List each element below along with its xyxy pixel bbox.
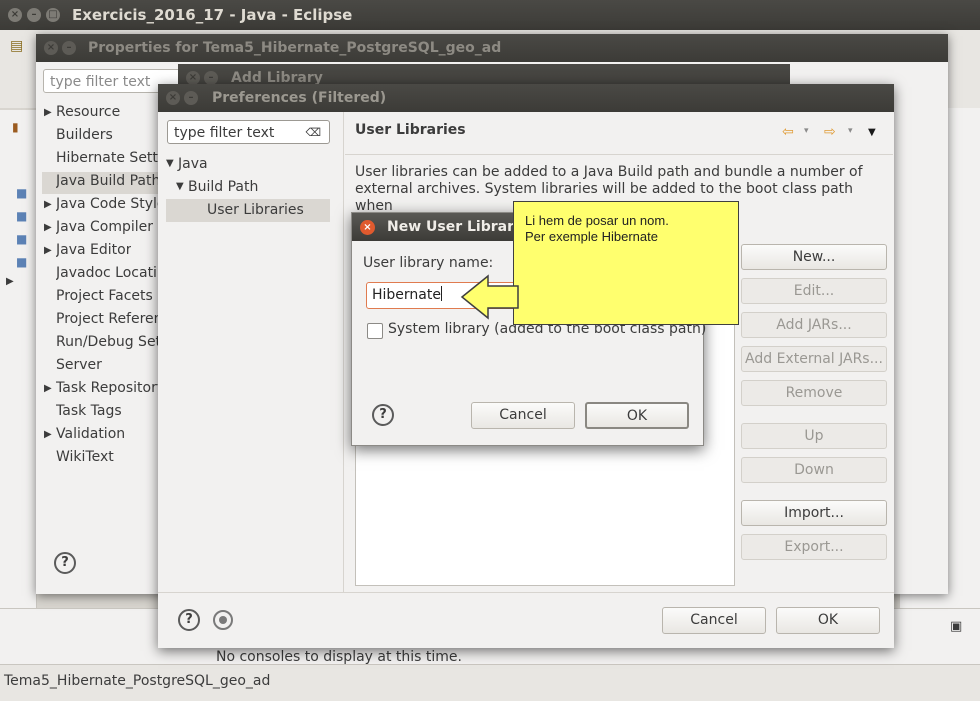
- callout-line-2: Per exemple Hibernate: [525, 229, 658, 244]
- minimize-icon[interactable]: –: [204, 71, 218, 85]
- folder-icon: ■: [16, 209, 28, 223]
- window-title: Exercicis_2016_17 - Java - Eclipse: [72, 6, 353, 24]
- chevron-down-icon[interactable]: ▾: [848, 126, 853, 136]
- back-arrow-icon[interactable]: ⇦: [782, 124, 794, 140]
- properties-tree-item[interactable]: Project Facets: [56, 288, 153, 304]
- help-icon[interactable]: ?: [372, 404, 394, 426]
- chevron-down-icon[interactable]: ▾: [804, 126, 809, 136]
- expand-arrow-icon[interactable]: ▶: [44, 245, 52, 256]
- callout-arrow-icon: [460, 274, 519, 320]
- expand-arrow-icon[interactable]: ▶: [44, 222, 52, 233]
- library-button-remove[interactable]: Remove: [741, 380, 887, 406]
- page-title: User Libraries: [355, 122, 466, 138]
- window-maximize-icon[interactable]: □: [46, 8, 60, 22]
- expand-arrow-icon[interactable]: ▶: [6, 276, 14, 287]
- description-line: User libraries can be added to a Java Bu…: [355, 164, 863, 180]
- library-button-add-jars[interactable]: Add JARs...: [741, 312, 887, 338]
- library-name-value: Hibernate: [372, 287, 441, 303]
- properties-tree-item[interactable]: Java Build Path: [56, 173, 160, 189]
- ok-button[interactable]: OK: [585, 402, 689, 429]
- text-cursor: [440, 286, 442, 301]
- properties-tree-item[interactable]: Builders: [56, 127, 113, 143]
- library-button-edit[interactable]: Edit...: [741, 278, 887, 304]
- properties-tree-item[interactable]: Javadoc Locati: [56, 265, 157, 281]
- cancel-button[interactable]: Cancel: [662, 607, 766, 634]
- clear-filter-icon[interactable]: ⌫: [305, 121, 321, 145]
- properties-tree-item[interactable]: Run/Debug Sett: [56, 334, 160, 350]
- view-menu-icon[interactable]: ▼: [868, 127, 876, 138]
- close-icon[interactable]: ×: [186, 71, 200, 85]
- preferences-filter-input[interactable]: type filter text ⌫: [167, 120, 330, 144]
- minimize-icon[interactable]: –: [62, 41, 76, 55]
- expand-arrow-icon[interactable]: ▶: [44, 199, 52, 210]
- library-button-export[interactable]: Export...: [741, 534, 887, 560]
- close-icon[interactable]: ×: [44, 41, 58, 55]
- cancel-button[interactable]: Cancel: [471, 402, 575, 429]
- properties-tree-item[interactable]: Task Repository: [56, 380, 160, 396]
- import-export-icon[interactable]: [213, 610, 233, 630]
- preferences-tree-item[interactable]: Build Path: [188, 179, 258, 195]
- library-button-down[interactable]: Down: [741, 457, 887, 483]
- library-button-import[interactable]: Import...: [741, 500, 887, 526]
- folder-icon: ■: [16, 232, 28, 246]
- collapse-arrow-icon[interactable]: ▼: [166, 158, 174, 169]
- forward-arrow-icon[interactable]: ⇨: [824, 124, 836, 140]
- properties-tree-item[interactable]: Java Code Style: [56, 196, 160, 212]
- close-icon[interactable]: ×: [360, 220, 375, 235]
- collapse-arrow-icon[interactable]: ▼: [176, 181, 184, 192]
- maximize-view-icon[interactable]: ▣: [950, 619, 962, 634]
- footer-separator: [158, 592, 894, 593]
- system-library-checkbox[interactable]: [367, 323, 383, 339]
- expand-arrow-icon[interactable]: ▶: [44, 107, 52, 118]
- ok-button[interactable]: OK: [776, 607, 880, 634]
- library-button-up[interactable]: Up: [741, 423, 887, 449]
- callout-line-1: Li hem de posar un nom.: [525, 213, 669, 228]
- properties-tree-item[interactable]: Validation: [56, 426, 125, 442]
- window-minimize-icon[interactable]: –: [27, 8, 41, 22]
- properties-tree-item[interactable]: WikiText: [56, 449, 114, 465]
- expand-arrow-icon[interactable]: ▶: [44, 429, 52, 440]
- properties-tree-item[interactable]: Server: [56, 357, 102, 373]
- close-icon[interactable]: ×: [166, 91, 180, 105]
- expand-arrow-icon[interactable]: ▶: [44, 383, 52, 394]
- properties-tree-item[interactable]: Resource: [56, 104, 120, 120]
- help-icon[interactable]: ?: [54, 552, 76, 574]
- library-name-label: User library name:: [363, 255, 494, 271]
- new-user-library-title: New User Library: [387, 219, 524, 235]
- status-bar: Tema5_Hibernate_PostgreSQL_geo_ad: [0, 664, 980, 701]
- properties-dialog-title: Properties for Tema5_Hibernate_PostgreSQ…: [88, 40, 502, 56]
- status-bar-text: Tema5_Hibernate_PostgreSQL_geo_ad: [4, 673, 271, 689]
- preferences-tree-item[interactable]: User Libraries: [207, 202, 304, 218]
- annotation-callout: Li hem de posar un nom. Per exemple Hibe…: [513, 201, 739, 325]
- properties-dialog-title-bar: × – Properties for Tema5_Hibernate_Postg…: [36, 34, 948, 62]
- library-button-add-external-jars[interactable]: Add External JARs...: [741, 346, 887, 372]
- eclipse-title-bar: × – □ Exercicis_2016_17 - Java - Eclipse: [0, 0, 980, 30]
- properties-tree-item[interactable]: Hibernate Setti: [56, 150, 160, 166]
- tree-divider: [343, 112, 344, 592]
- properties-tree-item[interactable]: Task Tags: [56, 403, 122, 419]
- new-icon[interactable]: ▤: [10, 38, 23, 54]
- preferences-title: Preferences (Filtered): [212, 90, 387, 106]
- preferences-title-bar: × – Preferences (Filtered): [158, 84, 894, 112]
- window-close-icon[interactable]: ×: [8, 8, 22, 22]
- minimize-icon[interactable]: –: [184, 91, 198, 105]
- folder-icon: ■: [16, 186, 28, 200]
- help-icon[interactable]: ?: [178, 609, 200, 631]
- properties-tree-item[interactable]: Project Referen: [56, 311, 160, 327]
- properties-tree-item[interactable]: Java Compiler: [56, 219, 153, 235]
- library-button-new[interactable]: New...: [741, 244, 887, 270]
- package-explorer-panel: ▮ ■ ■ ■ ■ ▶: [0, 110, 37, 630]
- header-separator: [345, 154, 893, 155]
- preferences-filter-text: type filter text: [174, 125, 275, 141]
- properties-tree-item[interactable]: Java Editor: [56, 242, 131, 258]
- console-message: No consoles to display at this time.: [216, 649, 462, 665]
- folder-icon: ■: [16, 255, 28, 269]
- preferences-tree-item[interactable]: Java: [178, 156, 208, 172]
- package-explorer-icon: ▮: [12, 120, 19, 134]
